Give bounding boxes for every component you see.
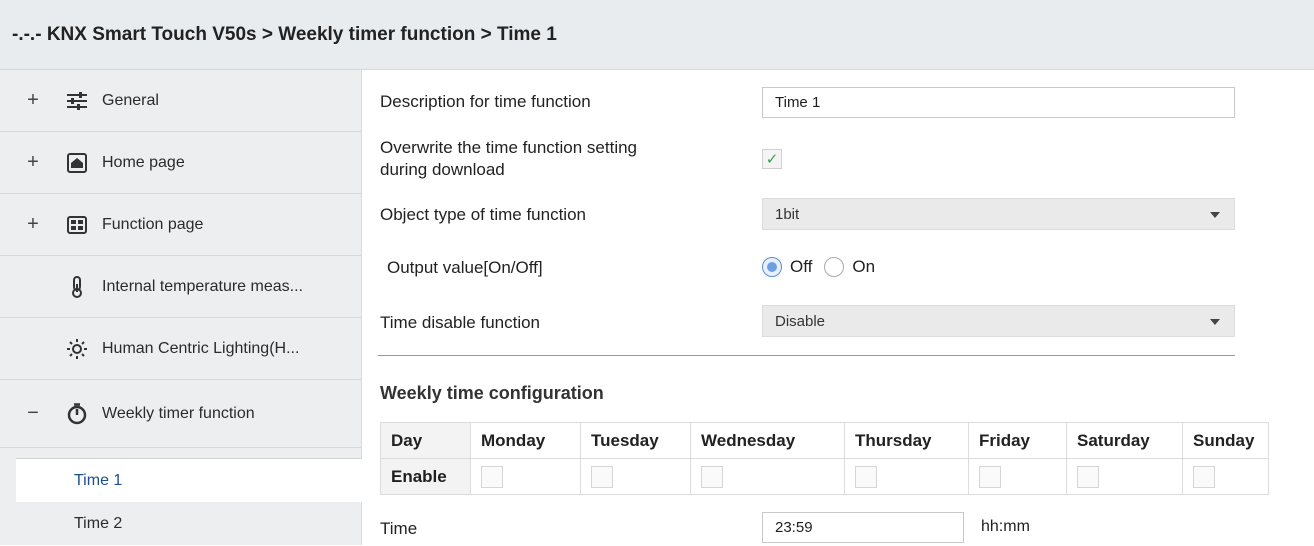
day-header-saturday: Saturday [1066,422,1183,459]
sidebar: + General + Home page + Function page In… [0,70,362,545]
overwrite-label-line2: during download [380,160,505,179]
time-disable-label: Time disable function [380,313,541,332]
radio-on[interactable] [824,257,845,277]
sidebar-item-weekly-timer-function[interactable]: − Weekly timer function [0,380,362,448]
day-header-wednesday: Wednesday [690,422,845,459]
weekly-table: Day Monday Tuesday Wednesday Thursday Fr… [380,422,1269,495]
check-icon: ✓ [765,151,779,168]
radio-off-label: Off [790,257,813,276]
enable-cell-wednesday [690,458,845,495]
radio-off[interactable] [762,257,782,277]
enable-cell-thursday [844,458,969,495]
overwrite-label-line1: Overwrite the time function setting [380,138,638,157]
sidebar-item-label: Human Centric Lighting(H... [102,339,300,357]
expand-icon[interactable]: + [26,151,40,174]
row-header-day: Day [380,422,471,459]
row-header-enable: Enable [380,458,471,495]
home-icon [66,152,88,174]
thermometer-icon [66,275,88,298]
overwrite-checkbox[interactable]: ✓ [762,149,782,169]
enable-checkbox-wednesday[interactable] [701,465,723,488]
output-value-label: Output value[On/Off] [387,258,543,277]
description-label: Description for time function [380,92,591,111]
grid-icon [66,214,88,236]
sidebar-item-home-page[interactable]: + Home page [0,132,362,194]
time-disable-select[interactable]: Disable [762,305,1235,337]
time-input[interactable]: 23:59 [762,512,964,543]
day-header-friday: Friday [968,422,1067,459]
sidebar-item-label: Internal temperature meas... [102,277,303,295]
table-row: Day Monday Tuesday Wednesday Thursday Fr… [380,422,1269,459]
day-header-monday: Monday [470,422,581,459]
enable-cell-sunday [1182,458,1269,495]
main-panel: Description for time function Time 1 Ove… [362,70,1314,545]
sidebar-subitem-time-2[interactable]: Time 2 [16,502,362,546]
description-input[interactable]: Time 1 [762,87,1235,118]
collapse-icon[interactable]: − [26,402,40,425]
window-title: -.-.- KNX Smart Touch V50s > Weekly time… [0,0,1314,70]
enable-checkbox-monday[interactable] [481,465,503,488]
sidebar-item-label: Home page [102,153,185,171]
enable-checkbox-friday[interactable] [979,465,1001,488]
sidebar-item-human-centric-lighting[interactable]: Human Centric Lighting(H... [0,318,362,380]
object-type-value: 1bit [775,205,800,223]
enable-cell-saturday [1066,458,1183,495]
time-unit: hh:mm [981,518,1030,535]
sidebar-item-label: Weekly timer function [102,404,255,422]
table-row: Enable [380,458,1269,495]
enable-cell-monday [470,458,581,495]
enable-checkbox-thursday[interactable] [855,465,877,488]
sliders-icon [66,90,88,112]
day-header-sunday: Sunday [1182,422,1269,459]
sidebar-item-label: General [102,91,159,109]
enable-cell-tuesday [580,458,691,495]
time-label: Time [380,519,418,538]
chevron-down-icon [1210,212,1220,218]
enable-checkbox-tuesday[interactable] [591,465,613,488]
sidebar-item-internal-temperature[interactable]: Internal temperature meas... [0,256,362,318]
sidebar-item-general[interactable]: + General [0,70,362,132]
section-title: Weekly time configuration [380,383,604,403]
radio-on-label: On [852,257,876,276]
expand-icon[interactable]: + [26,89,40,112]
sun-icon [66,338,88,360]
timer-icon [66,402,88,425]
object-type-label: Object type of time function [380,205,586,224]
sidebar-item-function-page[interactable]: + Function page [0,194,362,256]
day-header-thursday: Thursday [844,422,969,459]
sidebar-item-label: Function page [102,215,204,233]
enable-cell-friday [968,458,1067,495]
expand-icon[interactable]: + [26,213,40,236]
sidebar-subitem-time-1[interactable]: Time 1 [16,458,362,502]
day-header-tuesday: Tuesday [580,422,691,459]
object-type-select[interactable]: 1bit [762,198,1235,230]
time-disable-value: Disable [775,312,826,330]
enable-checkbox-saturday[interactable] [1077,465,1099,488]
output-value-radio-group: Off On [762,257,875,277]
enable-checkbox-sunday[interactable] [1193,465,1215,488]
divider [378,355,1235,356]
chevron-down-icon [1210,319,1220,325]
